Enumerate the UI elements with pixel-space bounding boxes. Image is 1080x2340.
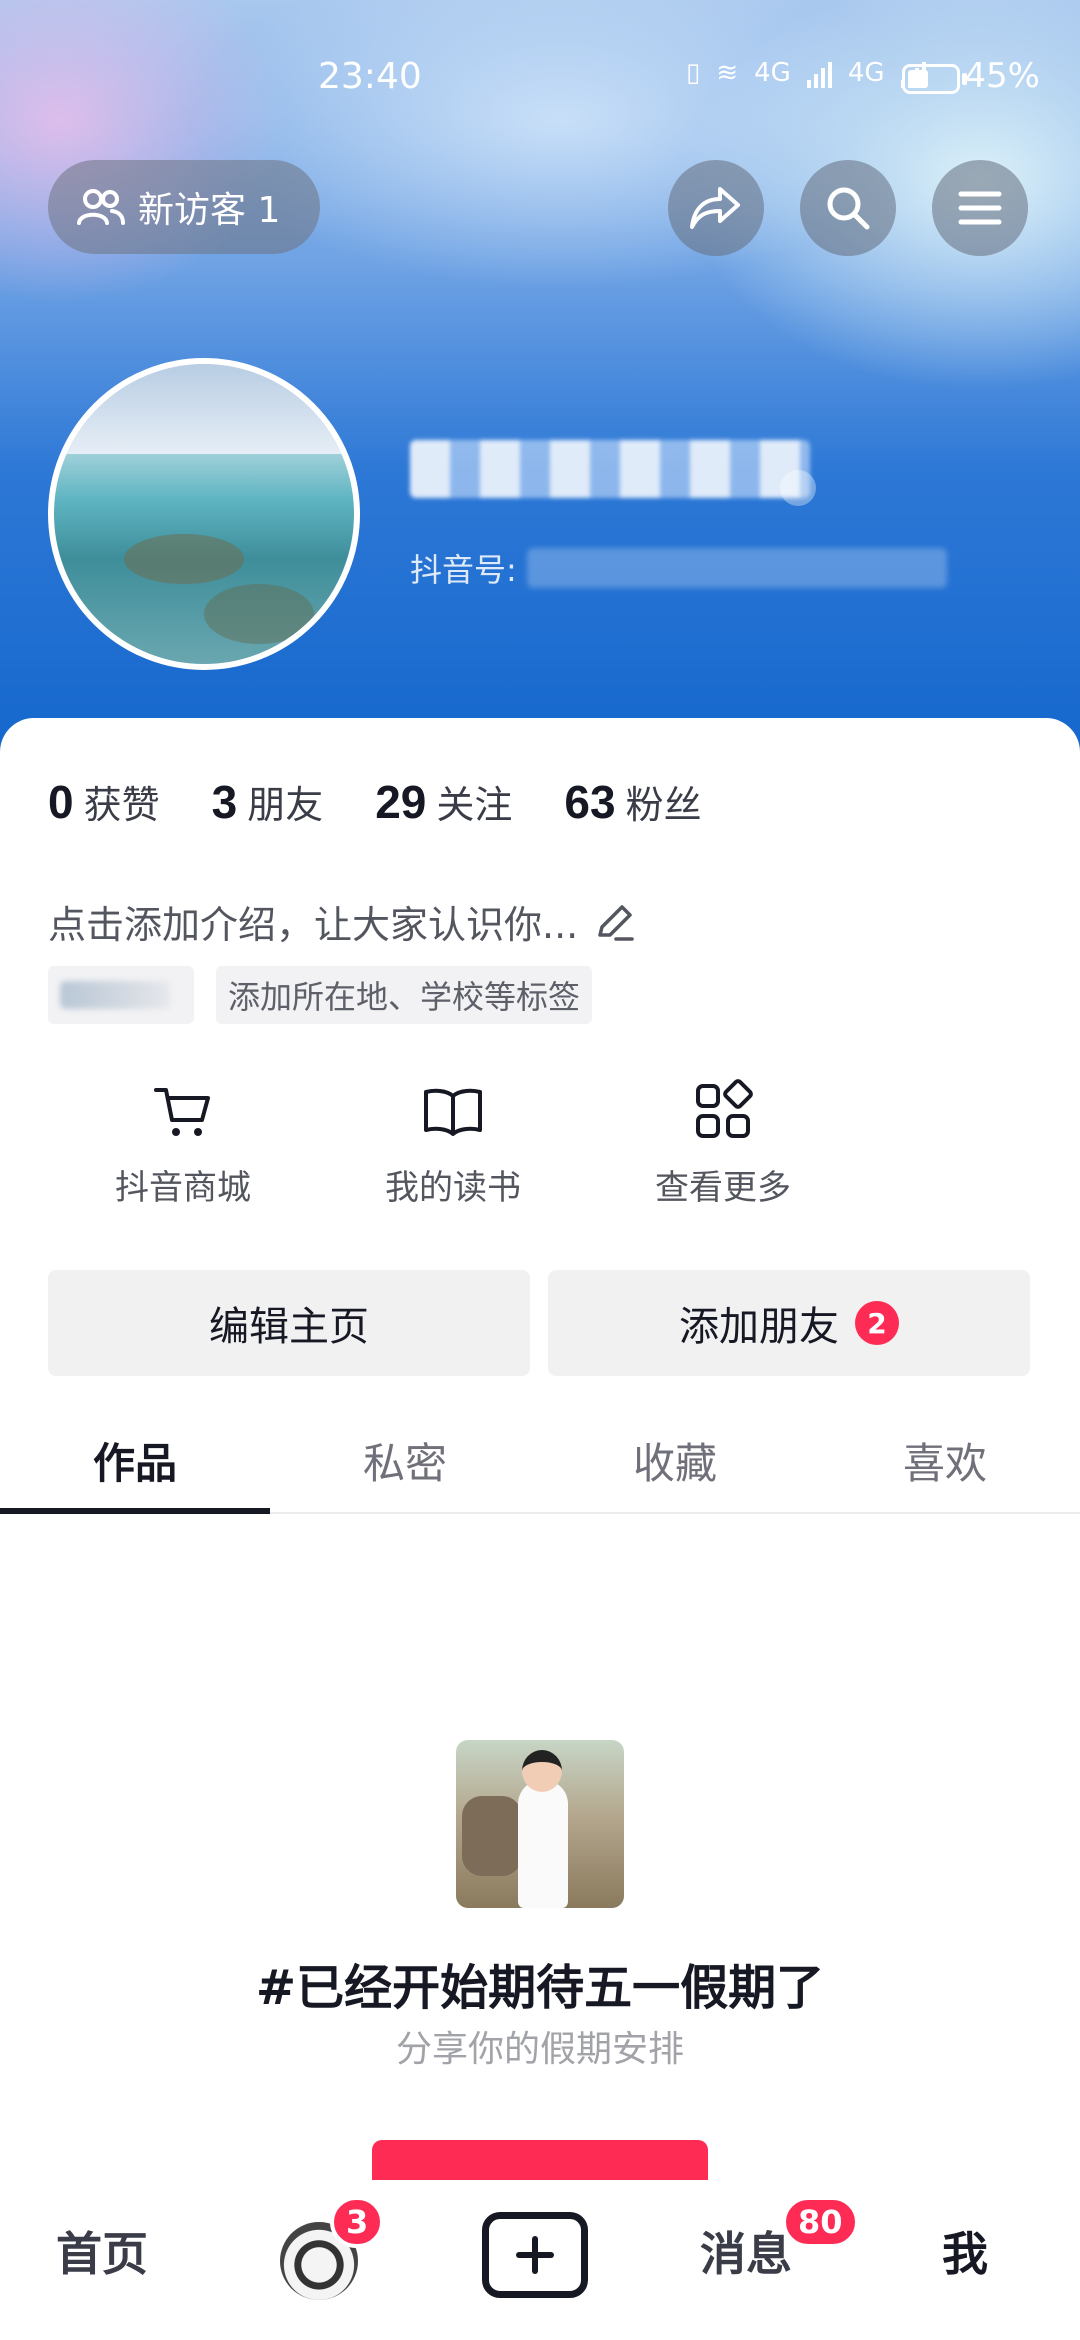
- bio-text: 点击添加介绍，让大家认识你...: [48, 903, 579, 947]
- shortcut-mall[interactable]: 抖音商城: [48, 1076, 318, 1209]
- share-button[interactable]: [668, 160, 764, 256]
- douyin-id: 抖音号:: [410, 545, 947, 591]
- add-tags-label: 添加所在地、学校等标签: [228, 978, 581, 1016]
- status-bar: 23:40 ▯ ≋ 4G 4G 45%: [0, 52, 1080, 102]
- shortcut-reading-label: 我的读书: [385, 1168, 521, 1208]
- menu-icon: [958, 191, 1002, 225]
- bottom-nav: 首页 3 消息 80 我: [0, 2190, 1080, 2340]
- new-visitors-label: 新访客 1: [138, 190, 281, 231]
- search-button[interactable]: [800, 160, 896, 256]
- stat-friends-count: 3: [211, 776, 238, 828]
- stat-likes-count: 0: [48, 776, 74, 828]
- nav-messages-badge: 80: [782, 2196, 859, 2248]
- avatar-reef: [124, 534, 244, 584]
- douyin-id-blurred: [526, 548, 947, 588]
- tab-private[interactable]: 私密: [270, 1408, 540, 1512]
- bio-prompt[interactable]: 点击添加介绍，让大家认识你...: [48, 894, 638, 949]
- tab-works[interactable]: 作品: [0, 1408, 270, 1514]
- network-type-1: 4G: [754, 58, 791, 88]
- battery-icon: [902, 64, 960, 94]
- shortcut-reading[interactable]: 我的读书: [318, 1076, 588, 1209]
- stat-friends[interactable]: 3 朋友: [212, 774, 324, 829]
- tab-favorites[interactable]: 收藏: [540, 1408, 810, 1512]
- promo-person-head: [522, 1750, 562, 1792]
- status-network: ▯ ≋ 4G 4G: [686, 58, 926, 88]
- stat-followers[interactable]: 63 粉丝: [564, 774, 701, 829]
- nav-me[interactable]: 我: [942, 2218, 988, 2284]
- cart-icon: [154, 1088, 210, 1136]
- new-visitors-button[interactable]: 新访客 1: [48, 160, 320, 254]
- avatar-sky: [54, 364, 354, 454]
- stat-likes[interactable]: 0 获赞: [48, 774, 160, 829]
- edit-profile-label: 编辑主页: [209, 1304, 369, 1350]
- username-arrow-icon[interactable]: [780, 470, 816, 506]
- stat-followers-count: 63: [564, 776, 616, 828]
- edit-profile-button[interactable]: 编辑主页: [48, 1270, 530, 1376]
- plus-icon: [516, 2236, 554, 2274]
- shortcut-more[interactable]: 查看更多: [588, 1076, 858, 1209]
- avatar-reef-2: [204, 584, 314, 644]
- create-button[interactable]: [482, 2212, 588, 2298]
- nav-messages[interactable]: 消息: [700, 2218, 792, 2284]
- grid-icon: [696, 1079, 753, 1138]
- nav-friends-badge: 3: [330, 2196, 385, 2248]
- stat-friends-label: 朋友: [247, 783, 324, 827]
- edit-pencil-icon: [598, 904, 634, 941]
- stat-followers-label: 粉丝: [625, 783, 702, 827]
- profile-actions: 编辑主页 添加朋友 2: [48, 1270, 1030, 1376]
- promo-image[interactable]: [456, 1740, 624, 1908]
- stat-following[interactable]: 29 关注: [375, 774, 512, 829]
- shortcut-more-label: 查看更多: [655, 1168, 791, 1208]
- nav-home[interactable]: 首页: [56, 2218, 148, 2284]
- tab-likes[interactable]: 喜欢: [810, 1408, 1080, 1512]
- book-icon: [424, 1088, 482, 1136]
- promo-action-button[interactable]: [372, 2140, 708, 2180]
- profile-header-background: 23:40 ▯ ≋ 4G 4G 45% 新访客 1 抖音号:: [0, 0, 1080, 760]
- shortcut-mall-label: 抖音商城: [115, 1168, 251, 1208]
- status-time: 23:40: [318, 56, 422, 97]
- promo-elephant: [462, 1796, 522, 1876]
- profile-avatar[interactable]: [48, 358, 360, 670]
- promo-title: #已经开始期待五一假期了: [255, 1960, 825, 2016]
- content-tabs: 作品 私密 收藏 喜欢: [0, 1408, 1080, 1514]
- network-type-2: 4G: [847, 58, 885, 88]
- tag-blurred[interactable]: [48, 966, 194, 1024]
- profile-stats: 0 获赞 3 朋友 29 关注 63 粉丝: [48, 774, 702, 829]
- douyin-id-label: 抖音号:: [410, 551, 517, 589]
- profile-tags: 添加所在地、学校等标签: [48, 966, 593, 1024]
- stat-likes-label: 获赞: [83, 783, 160, 827]
- menu-button[interactable]: [932, 160, 1028, 256]
- add-tags-button[interactable]: 添加所在地、学校等标签: [216, 966, 593, 1024]
- signal-icon: [806, 60, 832, 88]
- add-friends-badge: 2: [855, 1301, 899, 1345]
- people-icon: [77, 189, 125, 225]
- vibrate-icon: ▯: [686, 58, 701, 88]
- share-icon: [690, 187, 740, 229]
- search-icon: [827, 187, 870, 230]
- battery-percent: 45%: [964, 56, 1040, 96]
- profile-card: 0 获赞 3 朋友 29 关注 63 粉丝 点击添加介绍，让大家认识你... 添加所在地…: [0, 718, 1080, 2198]
- username-blurred[interactable]: [410, 440, 810, 498]
- stat-following-count: 29: [375, 776, 427, 828]
- promo-subtitle: 分享你的假期安排: [395, 2029, 684, 2070]
- promo-person: [518, 1780, 568, 1908]
- stat-following-label: 关注: [436, 783, 513, 827]
- add-friends-button[interactable]: 添加朋友 2: [548, 1270, 1030, 1376]
- add-friends-label: 添加朋友: [679, 1304, 839, 1350]
- shortcut-row: 抖音商城 我的读书 查看更多: [48, 1076, 858, 1209]
- wifi-icon: ≋: [716, 58, 739, 88]
